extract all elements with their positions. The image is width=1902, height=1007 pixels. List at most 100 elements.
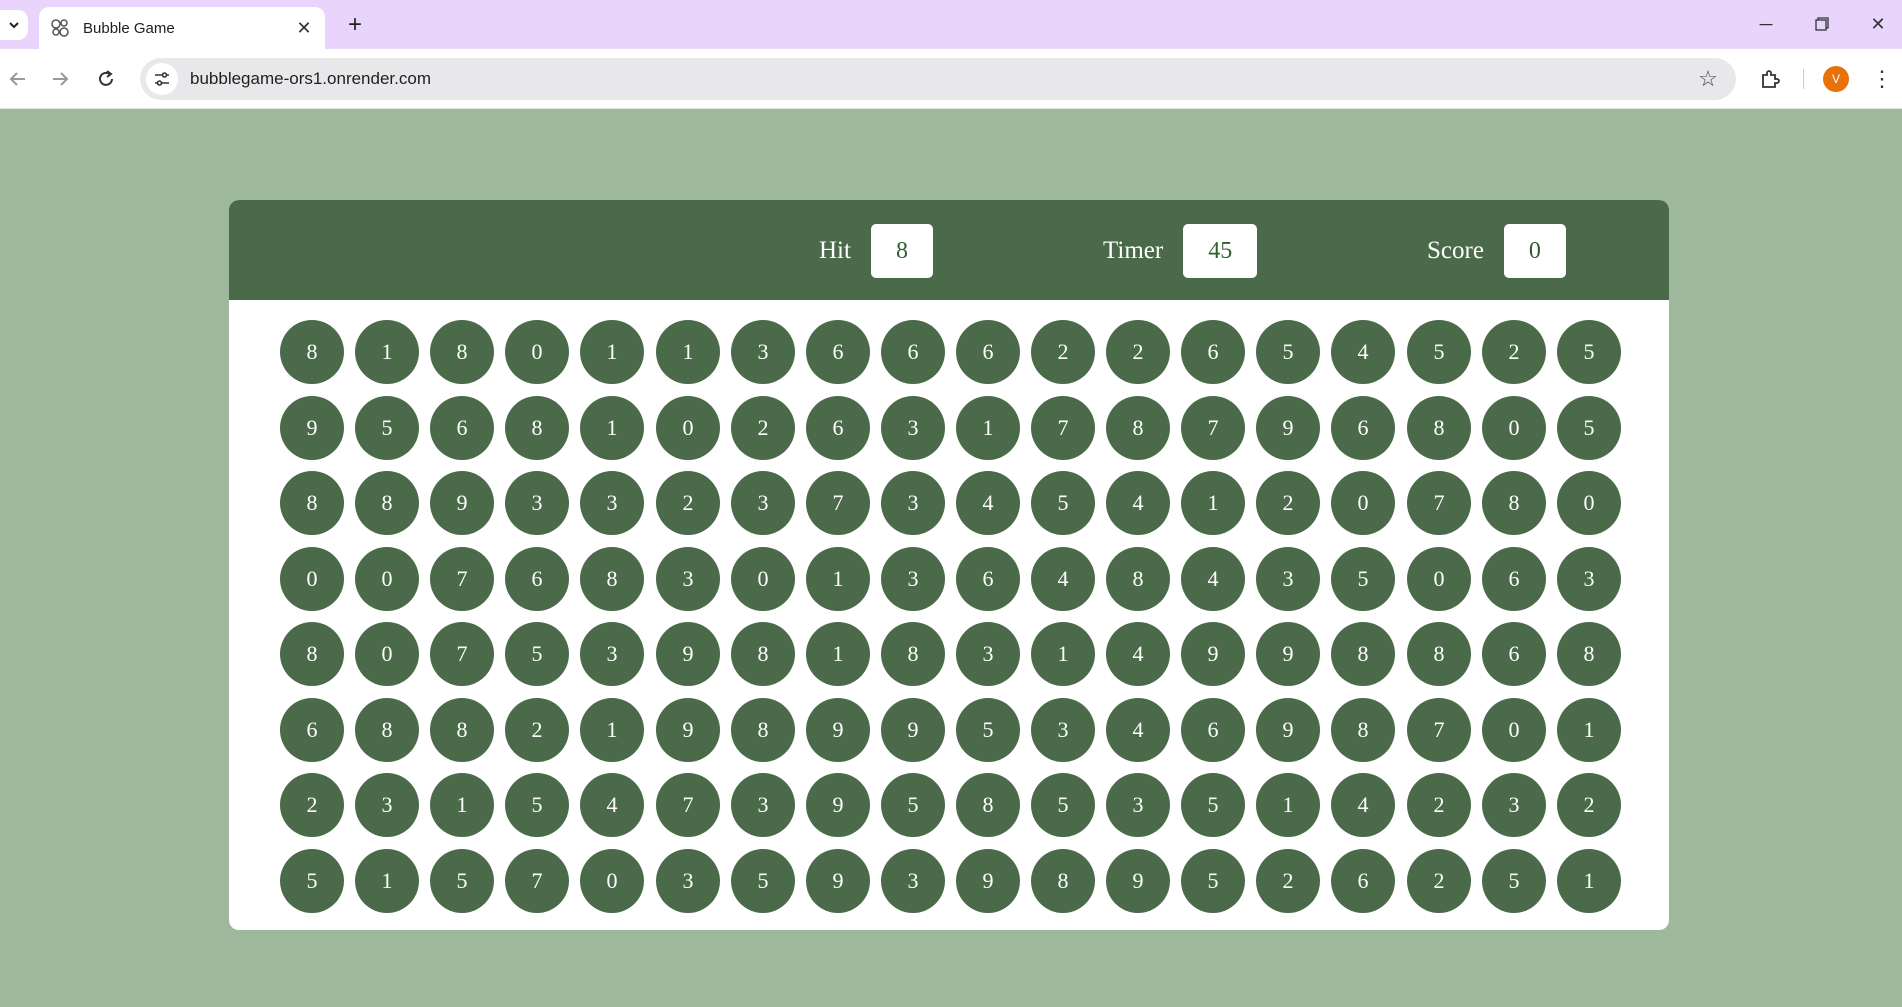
bubble[interactable]: 8 [430, 320, 494, 384]
bubble[interactable]: 1 [1031, 622, 1095, 686]
bubble[interactable]: 0 [1482, 698, 1546, 762]
bubble[interactable]: 6 [280, 698, 344, 762]
bubble[interactable]: 7 [1031, 396, 1095, 460]
bubble[interactable]: 0 [1482, 396, 1546, 460]
bubble[interactable]: 1 [355, 320, 419, 384]
bookmark-star-icon[interactable]: ☆ [1690, 61, 1726, 97]
bubble[interactable]: 8 [1106, 396, 1170, 460]
bubble[interactable]: 5 [355, 396, 419, 460]
bubble[interactable]: 5 [1031, 471, 1095, 535]
minimize-icon[interactable]: ─ [1744, 8, 1788, 40]
bubble[interactable]: 3 [881, 471, 945, 535]
bubble[interactable]: 2 [1256, 849, 1320, 913]
bubble[interactable]: 5 [1407, 320, 1471, 384]
bubble[interactable]: 6 [956, 320, 1020, 384]
bubble[interactable]: 3 [1256, 547, 1320, 611]
bubble[interactable]: 5 [956, 698, 1020, 762]
bubble[interactable]: 0 [656, 396, 720, 460]
bubble[interactable]: 5 [505, 773, 569, 837]
bubble[interactable]: 4 [956, 471, 1020, 535]
bubble[interactable]: 0 [731, 547, 795, 611]
bubble[interactable]: 5 [881, 773, 945, 837]
bubble[interactable]: 4 [1106, 471, 1170, 535]
extensions-puzzle-icon[interactable] [1754, 63, 1786, 95]
tab-search-button[interactable] [0, 10, 28, 40]
bubble[interactable]: 9 [806, 849, 870, 913]
bubble[interactable]: 7 [505, 849, 569, 913]
bubble[interactable]: 5 [505, 622, 569, 686]
bubble[interactable]: 8 [731, 698, 795, 762]
forward-arrow-icon[interactable] [44, 63, 76, 95]
bubble[interactable]: 0 [580, 849, 644, 913]
bubble[interactable]: 2 [505, 698, 569, 762]
back-arrow-icon[interactable] [2, 63, 34, 95]
bubble[interactable]: 0 [355, 622, 419, 686]
bubble[interactable]: 8 [1557, 622, 1621, 686]
bubble[interactable]: 0 [280, 547, 344, 611]
address-bar[interactable]: bubblegame-ors1.onrender.com ☆ [140, 58, 1736, 100]
bubble[interactable]: 4 [1106, 622, 1170, 686]
bubble[interactable]: 7 [1181, 396, 1245, 460]
bubble[interactable]: 6 [430, 396, 494, 460]
bubble[interactable]: 5 [1482, 849, 1546, 913]
bubble[interactable]: 3 [881, 396, 945, 460]
bubble[interactable]: 7 [656, 773, 720, 837]
bubble[interactable]: 1 [430, 773, 494, 837]
bubble[interactable]: 8 [881, 622, 945, 686]
bubble[interactable]: 3 [1482, 773, 1546, 837]
bubble[interactable]: 9 [1106, 849, 1170, 913]
bubble[interactable]: 0 [1331, 471, 1395, 535]
bubble[interactable]: 6 [806, 320, 870, 384]
bubble[interactable]: 6 [1331, 396, 1395, 460]
bubble[interactable]: 7 [1407, 698, 1471, 762]
bubble[interactable]: 0 [1407, 547, 1471, 611]
bubble[interactable]: 8 [1407, 396, 1471, 460]
bubble[interactable]: 6 [1331, 849, 1395, 913]
bubble[interactable]: 8 [956, 773, 1020, 837]
bubble[interactable]: 1 [1181, 471, 1245, 535]
profile-avatar[interactable]: V [1823, 66, 1849, 92]
bubble[interactable]: 9 [1181, 622, 1245, 686]
bubble[interactable]: 7 [430, 622, 494, 686]
bubble[interactable]: 6 [1181, 320, 1245, 384]
bubble[interactable]: 9 [881, 698, 945, 762]
bubble[interactable]: 1 [956, 396, 1020, 460]
more-menu-icon[interactable]: ⋮ [1866, 63, 1898, 95]
bubble[interactable]: 3 [881, 547, 945, 611]
bubble[interactable]: 5 [1256, 320, 1320, 384]
bubble[interactable]: 6 [956, 547, 1020, 611]
active-tab[interactable]: Bubble Game ✕ [39, 7, 325, 49]
bubble[interactable]: 8 [1331, 698, 1395, 762]
bubble[interactable]: 9 [656, 698, 720, 762]
bubble[interactable]: 2 [731, 396, 795, 460]
bubble[interactable]: 0 [1557, 471, 1621, 535]
bubble[interactable]: 3 [731, 773, 795, 837]
bubble[interactable]: 9 [280, 396, 344, 460]
bubble[interactable]: 2 [1482, 320, 1546, 384]
bubble[interactable]: 3 [355, 773, 419, 837]
bubble[interactable]: 3 [1557, 547, 1621, 611]
close-window-icon[interactable]: ✕ [1856, 8, 1900, 40]
bubble[interactable]: 3 [656, 547, 720, 611]
bubble[interactable]: 6 [806, 396, 870, 460]
bubble[interactable]: 1 [656, 320, 720, 384]
bubble[interactable]: 8 [580, 547, 644, 611]
bubble[interactable]: 4 [1331, 320, 1395, 384]
bubble[interactable]: 2 [1557, 773, 1621, 837]
bubble[interactable]: 8 [1106, 547, 1170, 611]
bubble[interactable]: 8 [1031, 849, 1095, 913]
bubble[interactable]: 4 [1031, 547, 1095, 611]
bubble[interactable]: 5 [1557, 320, 1621, 384]
close-tab-icon[interactable]: ✕ [291, 15, 317, 41]
bubble[interactable]: 2 [1106, 320, 1170, 384]
bubble[interactable]: 8 [731, 622, 795, 686]
bubble[interactable]: 8 [355, 471, 419, 535]
reload-icon[interactable] [90, 63, 122, 95]
bubble[interactable]: 9 [956, 849, 1020, 913]
new-tab-plus-icon[interactable]: + [341, 11, 369, 39]
bubble[interactable]: 5 [1331, 547, 1395, 611]
bubble[interactable]: 7 [1407, 471, 1471, 535]
bubble[interactable]: 8 [430, 698, 494, 762]
bubble[interactable]: 5 [1031, 773, 1095, 837]
bubble[interactable]: 1 [580, 396, 644, 460]
